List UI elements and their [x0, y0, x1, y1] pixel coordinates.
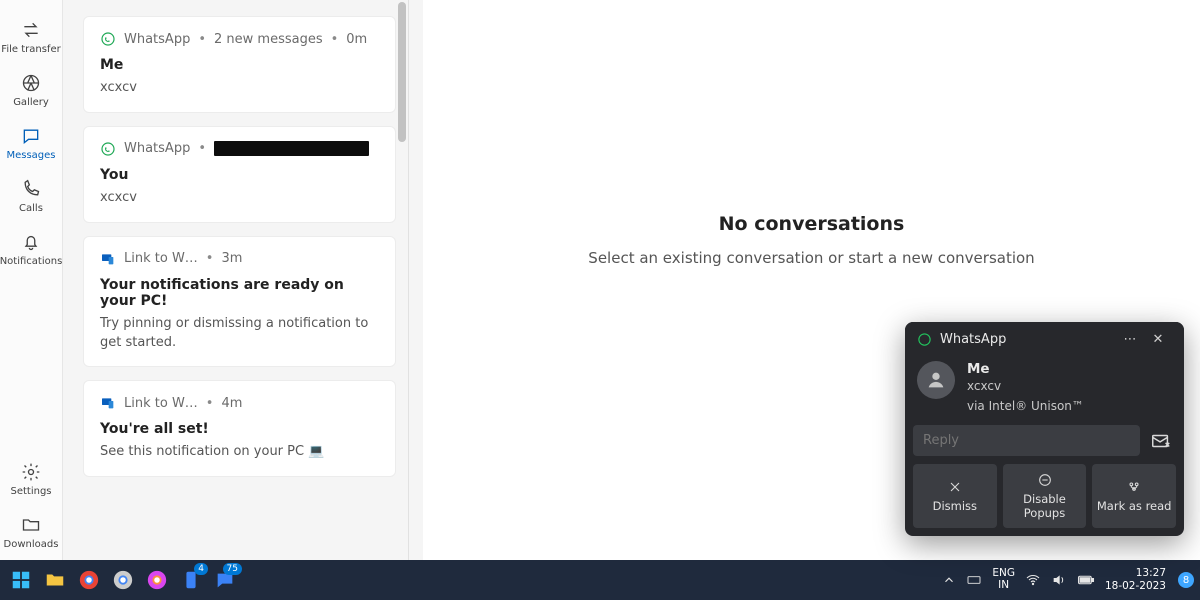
send-button[interactable]: [1146, 425, 1176, 456]
notification-count[interactable]: 8: [1178, 572, 1194, 588]
notification-body: xcxcv: [100, 79, 379, 98]
file-explorer-icon[interactable]: [40, 565, 70, 595]
empty-state-subtitle: Select an existing conversation or start…: [588, 249, 1034, 267]
clock[interactable]: 13:27 18-02-2023: [1105, 567, 1166, 592]
sidebar-item-label: File transfer: [1, 44, 60, 55]
badge: 75: [223, 563, 242, 575]
link-to-windows-icon: [100, 395, 116, 411]
chrome-icon[interactable]: [74, 565, 104, 595]
sidebar-item-label: Downloads: [4, 539, 59, 550]
mark-label: Mark as read: [1097, 499, 1172, 513]
mark-as-read-button[interactable]: Mark as read: [1092, 464, 1176, 528]
notification-time: 3m: [221, 251, 242, 266]
notification-body: See this notification on your PC 💻: [100, 443, 379, 462]
dismiss-button[interactable]: Dismiss: [913, 464, 997, 528]
close-icon[interactable]: ✕: [1144, 332, 1172, 347]
phone-icon: [21, 179, 41, 199]
time: 13:27: [1105, 567, 1166, 580]
gear-icon: [21, 462, 41, 482]
message-icon: [21, 126, 41, 146]
notification-title: Me: [100, 57, 379, 73]
aperture-icon: [21, 73, 41, 93]
sidebar-item-notifications[interactable]: Notifications: [0, 224, 62, 277]
wifi-icon[interactable]: [1025, 572, 1041, 588]
folder-icon: [21, 515, 41, 535]
sidebar-item-calls[interactable]: Calls: [0, 171, 62, 224]
redacted-text: [214, 141, 369, 156]
sidebar-item-label: Gallery: [13, 97, 49, 108]
lang-bot: IN: [992, 580, 1015, 592]
toast-app: WhatsApp: [940, 332, 1006, 347]
volume-icon[interactable]: [1051, 572, 1067, 588]
notification-title: You: [100, 167, 379, 183]
notification-card[interactable]: Link to W… • 3m Your notifications are r…: [83, 236, 396, 368]
scrollbar[interactable]: [398, 2, 406, 558]
chat-icon[interactable]: 75: [210, 565, 240, 595]
taskbar: 4 75 ENG IN 13:27 18-02-2023 8: [0, 560, 1200, 600]
notification-title: Your notifications are ready on your PC!: [100, 277, 379, 309]
chrome-dev-icon[interactable]: [142, 565, 172, 595]
notification-title: You're all set!: [100, 421, 379, 437]
sidebar-item-downloads[interactable]: Downloads: [0, 507, 62, 560]
swap-icon: [21, 20, 41, 40]
disable-popups-button[interactable]: Disable Popups: [1003, 464, 1087, 528]
panel-divider: [408, 0, 423, 560]
language-indicator[interactable]: ENG IN: [992, 568, 1015, 591]
notification-card[interactable]: Link to W… • 4m You're all set! See this…: [83, 380, 396, 477]
disable-label: Disable Popups: [1007, 492, 1083, 520]
notification-app: WhatsApp: [124, 141, 190, 156]
notification-body: Try pinning or dismissing a notification…: [100, 315, 379, 353]
chevron-up-icon[interactable]: [942, 573, 956, 587]
sidebar-item-gallery[interactable]: Gallery: [0, 65, 62, 118]
notification-body: xcxcv: [100, 189, 379, 208]
whatsapp-icon: [100, 141, 116, 157]
toast-via: via Intel® Unison™: [967, 399, 1084, 413]
sidebar-item-file-transfer[interactable]: File transfer: [0, 12, 62, 65]
whatsapp-icon: [100, 31, 116, 47]
keyboard-icon[interactable]: [966, 572, 982, 588]
sidebar-item-label: Notifications: [0, 256, 62, 267]
sidebar: File transfer Gallery Messages Calls Not…: [0, 0, 63, 560]
badge: 4: [194, 563, 208, 575]
toast-message: xcxcv: [967, 379, 1084, 393]
sidebar-item-label: Settings: [10, 486, 51, 497]
empty-state-title: No conversations: [588, 213, 1034, 235]
link-to-windows-icon: [100, 251, 116, 267]
sidebar-item-messages[interactable]: Messages: [0, 118, 62, 171]
date: 18-02-2023: [1105, 580, 1166, 593]
your-phone-icon[interactable]: 4: [176, 565, 206, 595]
toast-sender: Me: [967, 361, 1084, 377]
start-button[interactable]: [6, 565, 36, 595]
notification-card[interactable]: WhatsApp • You xcxcv: [83, 126, 396, 223]
notification-meta: 2 new messages: [214, 32, 323, 47]
reply-input[interactable]: [913, 425, 1140, 456]
main-content: No conversations Select an existing conv…: [423, 0, 1200, 560]
notification-panel: WhatsApp • 2 new messages • 0m Me xcxcv …: [63, 0, 408, 560]
sidebar-item-label: Calls: [19, 203, 43, 214]
chrome-canary-icon[interactable]: [108, 565, 138, 595]
avatar: [917, 361, 955, 399]
sidebar-item-label: Messages: [6, 150, 55, 161]
whatsapp-icon: [917, 332, 932, 347]
notification-app: WhatsApp: [124, 32, 190, 47]
notification-app: Link to W…: [124, 251, 198, 266]
bell-icon: [21, 232, 41, 252]
battery-icon[interactable]: [1077, 573, 1095, 587]
notification-card[interactable]: WhatsApp • 2 new messages • 0m Me xcxcv: [83, 16, 396, 113]
notification-time: 0m: [346, 32, 367, 47]
notification-time: 4m: [221, 396, 242, 411]
dismiss-label: Dismiss: [933, 499, 977, 513]
sidebar-item-settings[interactable]: Settings: [0, 454, 62, 507]
more-icon[interactable]: ⋯: [1116, 332, 1144, 347]
notification-app: Link to W…: [124, 396, 198, 411]
notification-toast: WhatsApp ⋯ ✕ Me xcxcv via Intel® Unison™: [905, 322, 1184, 536]
